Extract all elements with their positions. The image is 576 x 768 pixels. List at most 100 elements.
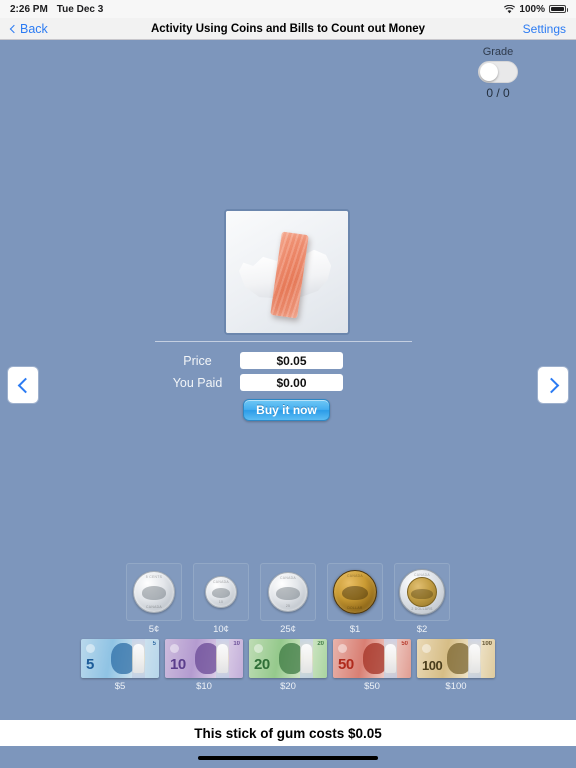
hologram-figure <box>217 644 228 673</box>
grade-toggle[interactable] <box>478 61 518 83</box>
battery-icon <box>549 5 568 13</box>
status-bar-left: 2:26 PM Tue Dec 3 <box>10 4 103 15</box>
coin-item: 5 CENTS CANADA 5¢ <box>126 563 182 635</box>
coin-top-text: 5 CENTS <box>145 575 163 579</box>
coins-tray: 5 CENTS CANADA 5¢ CANADA 10 10¢ CANADA 2… <box>0 563 576 635</box>
price-row: Price $0.05 <box>155 352 415 369</box>
maple-leaf-icon <box>170 644 179 653</box>
coin-label: $2 <box>416 624 428 635</box>
you-paid-row: You Paid $0.00 <box>155 374 415 391</box>
bill-denom: 50 <box>338 656 354 673</box>
schooner-motif-icon <box>211 587 231 598</box>
buy-it-now-button[interactable]: Buy it now <box>243 399 330 421</box>
coin-bottom-text: 25 <box>285 604 291 608</box>
bill-label: $5 <box>114 681 126 692</box>
hologram-figure <box>385 644 396 673</box>
chevron-right-icon <box>543 377 559 393</box>
bill-label: $20 <box>280 681 296 692</box>
status-bar-right: 100% <box>504 3 568 15</box>
home-indicator[interactable] <box>198 756 378 760</box>
dime-coin-face: CANADA 10 <box>205 576 237 608</box>
bill-denom-small: 20 <box>317 641 324 647</box>
coin-item: CANADA 25 25¢ <box>260 563 316 635</box>
bill-denom: 10 <box>170 656 186 673</box>
quarter-coin-face: CANADA 25 <box>268 572 308 612</box>
product-image <box>224 209 350 335</box>
hologram-figure <box>301 644 312 673</box>
status-bar: 2:26 PM Tue Dec 3 100% <box>0 0 576 18</box>
maple-leaf-icon <box>86 644 95 653</box>
toonie-coin-face: CANADA 2 DOLLARS <box>399 569 445 615</box>
loon-motif-icon <box>341 586 368 601</box>
battery-percent: 100% <box>519 3 545 15</box>
bill-10-dollars[interactable]: 10 10 <box>165 639 243 678</box>
section-divider <box>155 341 412 342</box>
back-button[interactable]: Back <box>9 21 48 36</box>
caribou-motif-icon <box>276 586 300 600</box>
bill-20-dollars[interactable]: 20 20 <box>249 639 327 678</box>
grade-panel: Grade 0 / 0 <box>478 46 518 100</box>
coin-item: CANADA DOLLAR $1 <box>327 563 383 635</box>
bill-denom-small: 100 <box>481 641 492 647</box>
bill-item: 5 5 $5 <box>81 639 159 692</box>
previous-activity-button[interactable] <box>8 367 38 403</box>
page-title: Activity Using Coins and Bills to Count … <box>150 22 426 35</box>
bill-item: 100 100 $100 <box>417 639 495 692</box>
coin-label: 5¢ <box>148 624 160 635</box>
maple-leaf-icon <box>338 644 347 653</box>
prompt-text: This stick of gum costs $0.05 <box>194 725 382 741</box>
grade-toggle-knob <box>480 63 498 81</box>
buy-button-wrapper: Buy it now <box>243 399 415 421</box>
coin-bottom-text: 2 DOLLARS <box>411 607 433 611</box>
bill-50-dollars[interactable]: 50 50 <box>333 639 411 678</box>
bill-denom: 5 <box>86 656 94 673</box>
coin-top-text: CANADA <box>347 574 363 578</box>
bill-label: $50 <box>364 681 380 692</box>
prompt-bar: This stick of gum costs $0.05 <box>0 720 576 746</box>
chevron-left-icon <box>9 24 19 33</box>
coin-1-dollar[interactable]: CANADA DOLLAR <box>327 563 383 621</box>
coin-25-cents[interactable]: CANADA 25 <box>260 563 316 621</box>
bill-label: $100 <box>445 681 467 692</box>
bill-denom-small: 5 <box>152 641 156 647</box>
maple-leaf-icon <box>254 644 263 653</box>
grade-label: Grade <box>482 46 514 58</box>
bill-item: 10 10 $10 <box>165 639 243 692</box>
beaver-motif-icon <box>141 586 167 600</box>
hologram-figure <box>469 644 480 673</box>
purchase-panel: Price $0.05 You Paid $0.00 Buy it now <box>155 352 415 421</box>
coin-bottom-text: DOLLAR <box>347 606 363 610</box>
wifi-icon <box>504 4 516 14</box>
bill-item: 50 50 $50 <box>333 639 411 692</box>
chevron-left-icon <box>17 377 33 393</box>
status-time: 2:26 PM <box>10 3 48 15</box>
settings-button[interactable]: Settings <box>523 22 566 36</box>
coin-item: CANADA 2 DOLLARS $2 <box>394 563 450 635</box>
coin-bottom-text: CANADA <box>146 605 162 609</box>
bill-denom-small: 10 <box>233 641 240 647</box>
bill-100-dollars[interactable]: 100 100 <box>417 639 495 678</box>
next-activity-button[interactable] <box>538 367 568 403</box>
bills-tray: 5 5 $5 10 10 $10 20 20 $20 50 50 $50 100… <box>0 639 576 692</box>
bill-5-dollars[interactable]: 5 5 <box>81 639 159 678</box>
gum-stick <box>270 231 309 319</box>
coin-2-dollars[interactable]: CANADA 2 DOLLARS <box>394 563 450 621</box>
you-paid-value[interactable]: $0.00 <box>240 374 343 391</box>
back-button-label: Back <box>20 21 48 36</box>
coin-bottom-text: 10 <box>218 600 224 604</box>
bill-label: $10 <box>196 681 212 692</box>
loonie-coin-face: CANADA DOLLAR <box>333 570 377 614</box>
nickel-coin-face: 5 CENTS CANADA <box>133 571 175 613</box>
bill-item: 20 20 $20 <box>249 639 327 692</box>
bill-denom-small: 50 <box>401 641 408 647</box>
gum-scene <box>226 211 348 333</box>
coin-label: $1 <box>349 624 361 635</box>
maple-leaf-icon <box>422 644 431 653</box>
grade-score: 0 / 0 <box>486 86 510 100</box>
app-root: 2:26 PM Tue Dec 3 100% Back Activity Usi… <box>0 0 576 768</box>
coin-10-cents[interactable]: CANADA 10 <box>193 563 249 621</box>
coin-top-text: CANADA <box>280 576 296 580</box>
coin-item: CANADA 10 10¢ <box>193 563 249 635</box>
status-date: Tue Dec 3 <box>56 3 104 15</box>
coin-5-cents[interactable]: 5 CENTS CANADA <box>126 563 182 621</box>
